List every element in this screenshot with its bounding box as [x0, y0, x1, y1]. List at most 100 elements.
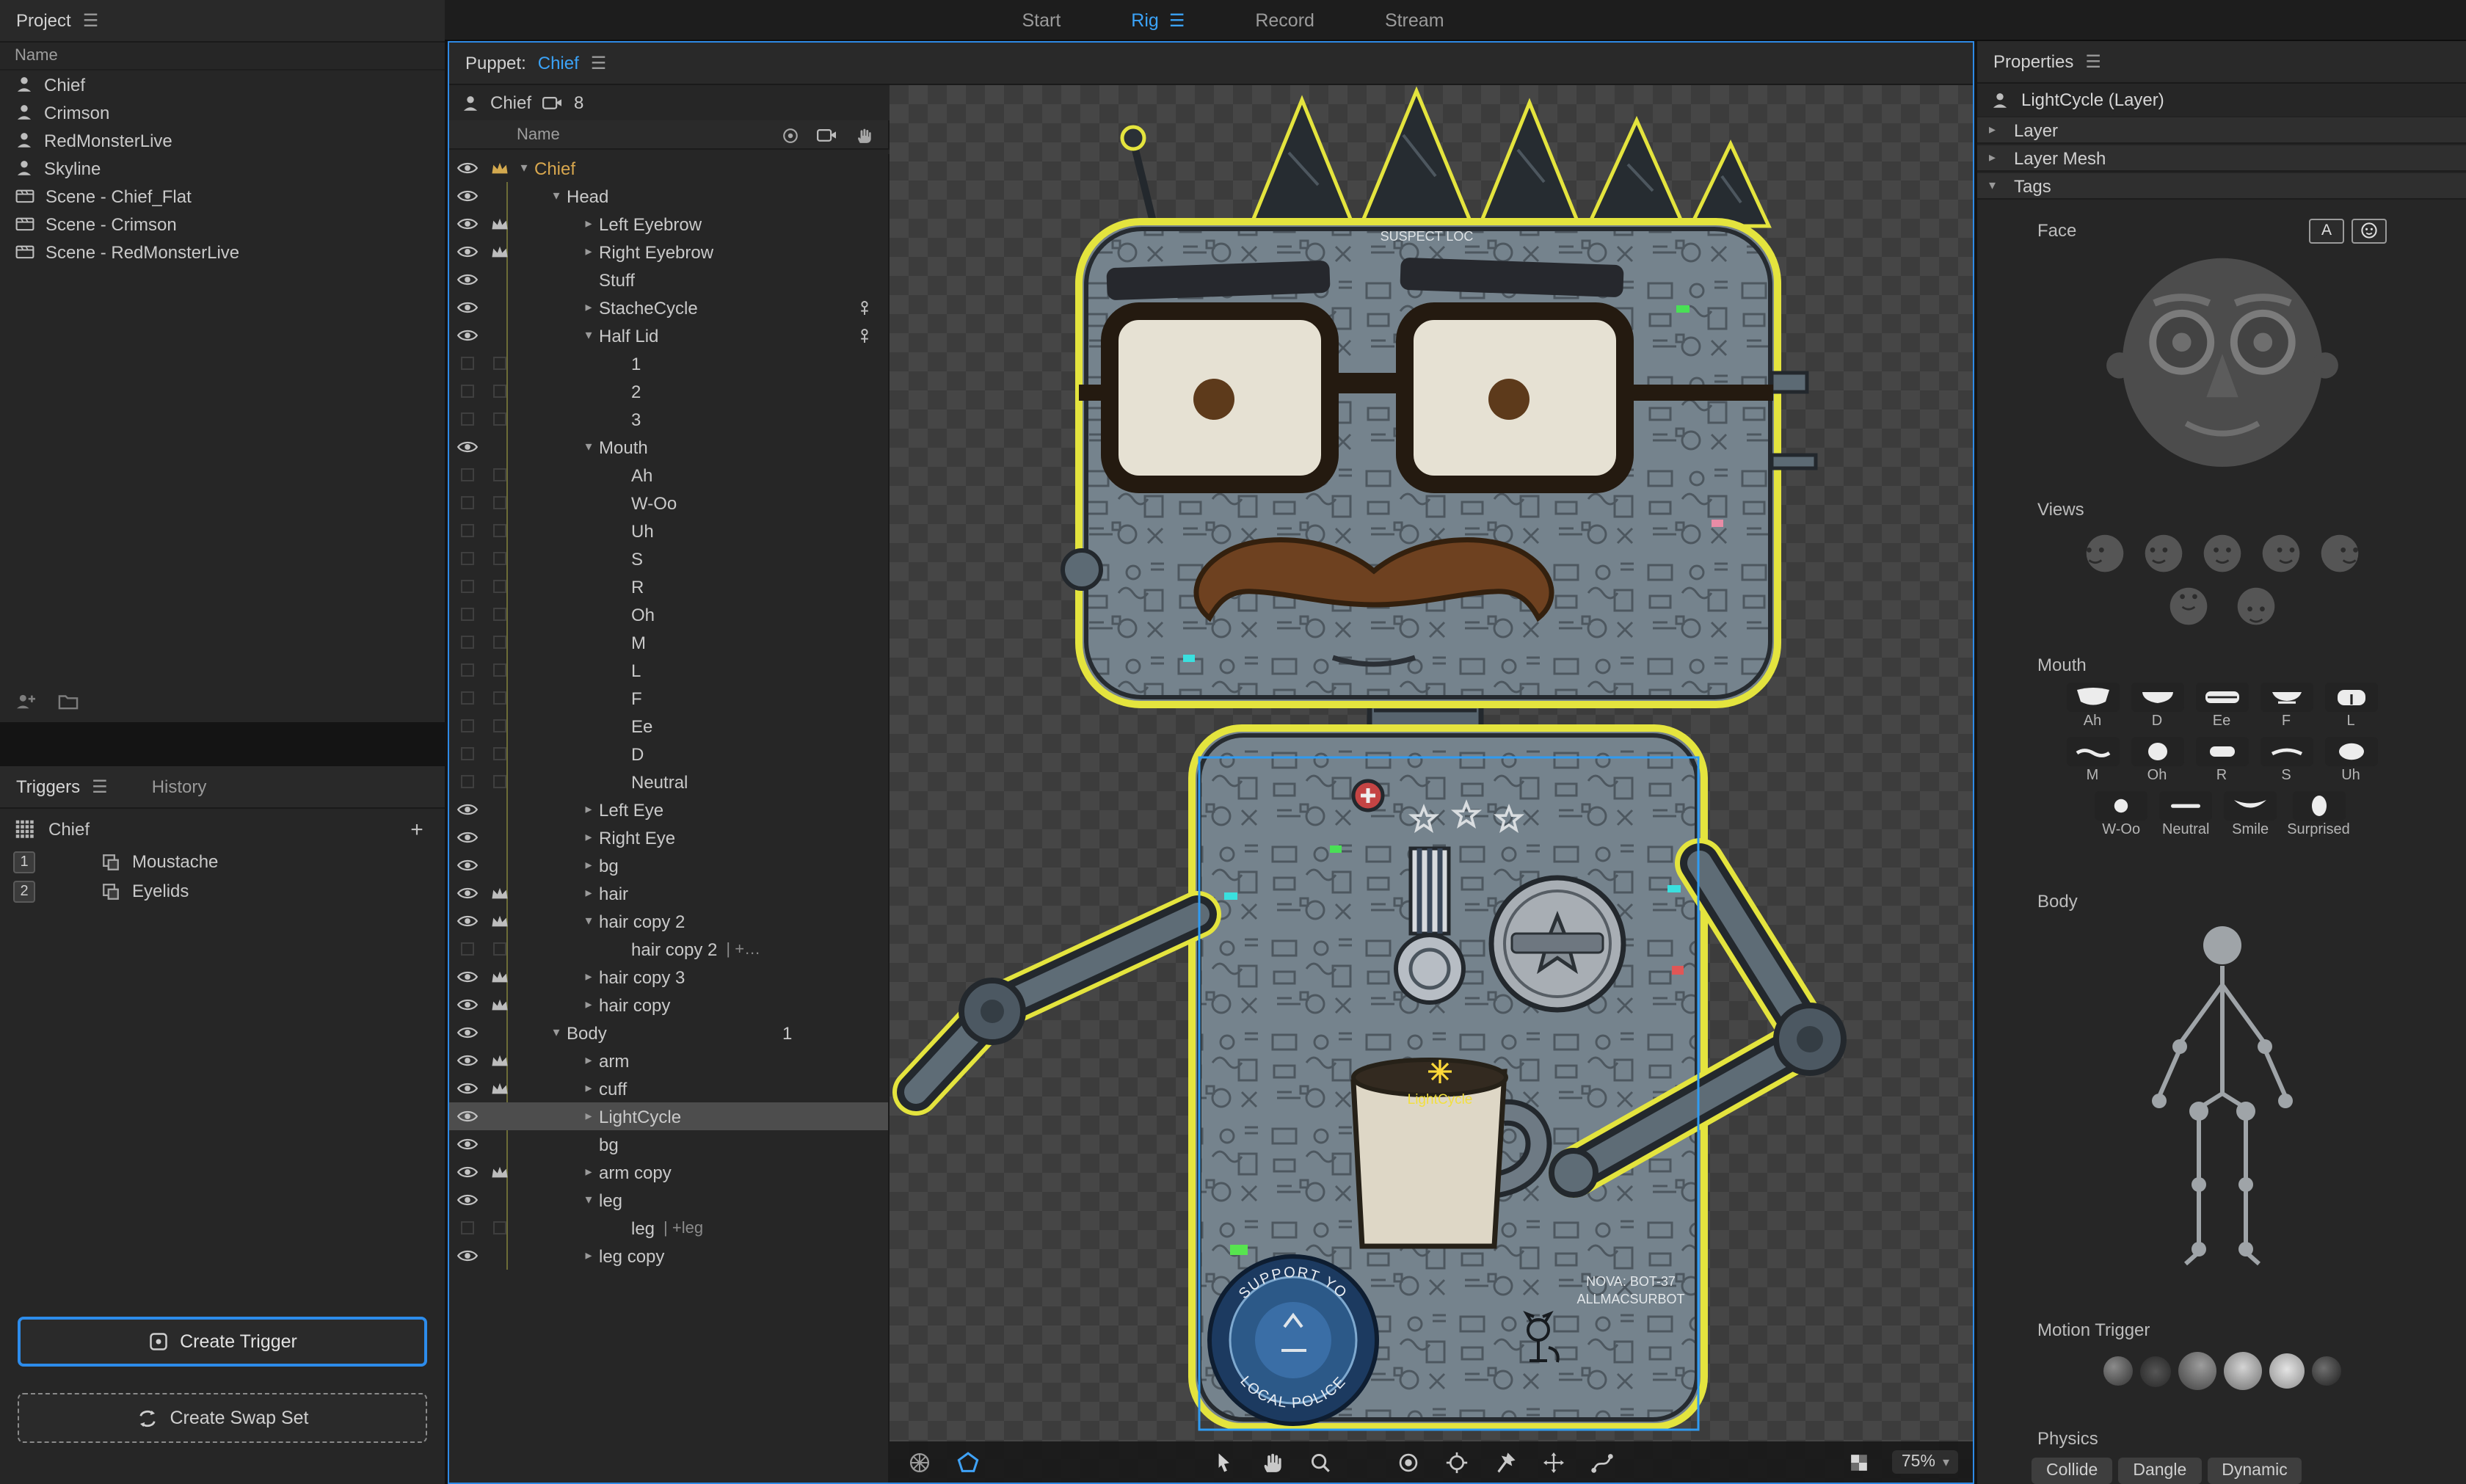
puppet-layer-row[interactable]: leg| +leg — [449, 1214, 888, 1242]
view-quarter-right-icon[interactable] — [2258, 531, 2302, 575]
chevron-closed-icon[interactable]: ▸ — [578, 1164, 599, 1180]
chevron-open-icon[interactable]: ▾ — [578, 439, 599, 455]
project-item[interactable]: Chief — [0, 70, 445, 98]
visibility-eye-icon[interactable] — [449, 969, 484, 985]
zoom-tool-icon[interactable] — [1306, 1447, 1335, 1477]
visibility-eye-icon[interactable] — [449, 216, 484, 232]
view-front-icon[interactable] — [2200, 531, 2244, 575]
chevron-closed-icon[interactable]: ▸ — [578, 216, 599, 232]
puppet-layer-row[interactable]: R — [449, 572, 888, 600]
camera-column-icon[interactable] — [816, 126, 838, 144]
visibility-eye-icon[interactable] — [449, 1164, 484, 1180]
puppet-layer-row[interactable]: Stuff — [449, 266, 888, 294]
puppet-layer-row[interactable]: M — [449, 628, 888, 656]
chevron-closed-icon[interactable]: ▸ — [578, 244, 599, 260]
visibility-eye-icon[interactable] — [449, 272, 484, 288]
project-item[interactable]: Scene - RedMonsterLive — [0, 238, 445, 266]
mouth-neutral-icon[interactable] — [2159, 791, 2212, 821]
mouth-smile-icon[interactable] — [2224, 791, 2277, 821]
motion-trigger-sphere[interactable] — [2139, 1356, 2170, 1386]
motion-trigger-sphere[interactable] — [2269, 1353, 2304, 1389]
mouth-surprised-icon[interactable] — [2292, 791, 2345, 821]
chevron-closed-icon[interactable]: ▸ — [578, 299, 599, 316]
visibility-eye-icon[interactable] — [449, 1248, 484, 1264]
show-mesh-icon[interactable] — [904, 1447, 934, 1477]
project-item[interactable]: Crimson — [0, 98, 445, 126]
visibility-eye-icon[interactable] — [449, 913, 484, 929]
section-layer-mesh[interactable]: ▸Layer Mesh — [1977, 144, 2466, 172]
visibility-eye-icon[interactable] — [449, 439, 484, 455]
transparency-grid-icon[interactable] — [1844, 1447, 1874, 1477]
trigger-row[interactable]: 2Eyelids — [0, 876, 445, 906]
workspace-menu-icon[interactable]: ☰ — [1169, 10, 1185, 30]
mouth-m-icon[interactable] — [2066, 737, 2119, 766]
project-item[interactable]: Skyline — [0, 154, 445, 182]
project-item[interactable]: Scene - Crimson — [0, 210, 445, 238]
puppet-layer-row[interactable]: ▸arm copy — [449, 1158, 888, 1186]
visibility-eye-icon[interactable] — [449, 1080, 484, 1096]
panel-menu-icon[interactable]: ☰ — [2085, 51, 2101, 72]
chevron-closed-icon[interactable]: ▸ — [578, 857, 599, 873]
mouth-s-icon[interactable] — [2260, 737, 2313, 766]
puppet-layer-row[interactable]: hair copy 2| +… — [449, 935, 888, 963]
chevron-open-icon[interactable]: ▾ — [578, 913, 599, 929]
panel-menu-icon[interactable]: ☰ — [92, 776, 108, 797]
section-tags[interactable]: ▾Tags — [1977, 172, 2466, 200]
workspace-tab-start[interactable]: Start — [1022, 10, 1061, 30]
chevron-closed-icon[interactable]: ▸ — [578, 1052, 599, 1069]
physics-dynamic-button[interactable]: Dynamic — [2207, 1458, 2302, 1484]
section-layer[interactable]: ▸Layer — [1977, 116, 2466, 144]
handle-column-icon[interactable] — [854, 126, 873, 145]
chevron-closed-icon[interactable]: ▸ — [578, 1108, 599, 1124]
puppet-layer-row[interactable]: ▾hair copy 2 — [449, 907, 888, 935]
visibility-eye-icon[interactable] — [449, 1108, 484, 1124]
pin-tool-icon[interactable] — [1491, 1447, 1520, 1477]
face-mesh-tag-button[interactable] — [2352, 218, 2387, 243]
visibility-eye-icon[interactable] — [449, 244, 484, 260]
view-profile-left-icon[interactable] — [2082, 531, 2126, 575]
puppet-layer-row[interactable]: ▸Left Eye — [449, 796, 888, 823]
target-icon[interactable] — [1442, 1447, 1472, 1477]
mouth-oh-icon[interactable] — [2131, 737, 2183, 766]
puppet-layer-row[interactable]: ▸LightCycle — [449, 1102, 888, 1130]
puppet-layer-row[interactable]: ▾Mouth — [449, 433, 888, 461]
puppet-layer-row[interactable]: ▸bg — [449, 851, 888, 879]
puppet-layer-row[interactable]: Uh — [449, 517, 888, 545]
visibility-eye-icon[interactable] — [449, 1025, 484, 1041]
handle-icon[interactable] — [856, 327, 873, 344]
view-down-icon[interactable] — [2233, 584, 2277, 628]
solo-column-icon[interactable] — [781, 126, 800, 145]
visibility-eye-icon[interactable] — [449, 160, 484, 176]
chevron-closed-icon[interactable]: ▸ — [578, 1248, 599, 1264]
create-swap-set-button[interactable]: Create Swap Set — [18, 1393, 427, 1443]
puppet-layer-row[interactable]: 2 — [449, 377, 888, 405]
mouth-f-icon[interactable] — [2260, 683, 2313, 712]
mouth-r-icon[interactable] — [2195, 737, 2248, 766]
puppet-layer-row[interactable]: S — [449, 545, 888, 572]
puppet-layer-row[interactable]: ▾Half Lid — [449, 321, 888, 349]
chevron-open-icon[interactable]: ▾ — [578, 327, 599, 343]
puppet-layer-row[interactable]: ▸Right Eye — [449, 823, 888, 851]
puppet-layer-row[interactable]: 3 — [449, 405, 888, 433]
puppet-layer-row[interactable]: ▸hair — [449, 879, 888, 907]
physics-collide-button[interactable]: Collide — [2032, 1458, 2112, 1484]
rig-canvas[interactable]: SUSPECT LOC — [890, 85, 1973, 1483]
puppet-layer-row[interactable]: 1 — [449, 349, 888, 377]
show-outline-icon[interactable] — [953, 1447, 982, 1477]
stick-tool-icon[interactable] — [1587, 1447, 1617, 1477]
puppet-layer-row[interactable]: ▾leg — [449, 1186, 888, 1214]
transform-tool-icon[interactable] — [1539, 1447, 1568, 1477]
mouth-uh-icon[interactable] — [2324, 737, 2377, 766]
puppet-layer-row[interactable]: ▸cuff — [449, 1074, 888, 1102]
mouth-l-icon[interactable] — [2324, 683, 2377, 712]
workspace-tab-stream[interactable]: Stream — [1385, 10, 1444, 30]
mouth-w-oo-icon[interactable] — [2095, 791, 2147, 821]
visibility-eye-icon[interactable] — [449, 1192, 484, 1208]
puppet-layer-row[interactable]: ▸StacheCycle — [449, 294, 888, 321]
chevron-closed-icon[interactable]: ▸ — [578, 801, 599, 818]
puppet-layer-row[interactable]: ▾Head — [449, 182, 888, 210]
visibility-eye-icon[interactable] — [449, 997, 484, 1013]
puppet-layer-row[interactable]: ▾Chief — [449, 154, 888, 182]
visibility-eye-icon[interactable] — [449, 885, 484, 901]
workspace-tab-record[interactable]: Record — [1255, 10, 1314, 30]
